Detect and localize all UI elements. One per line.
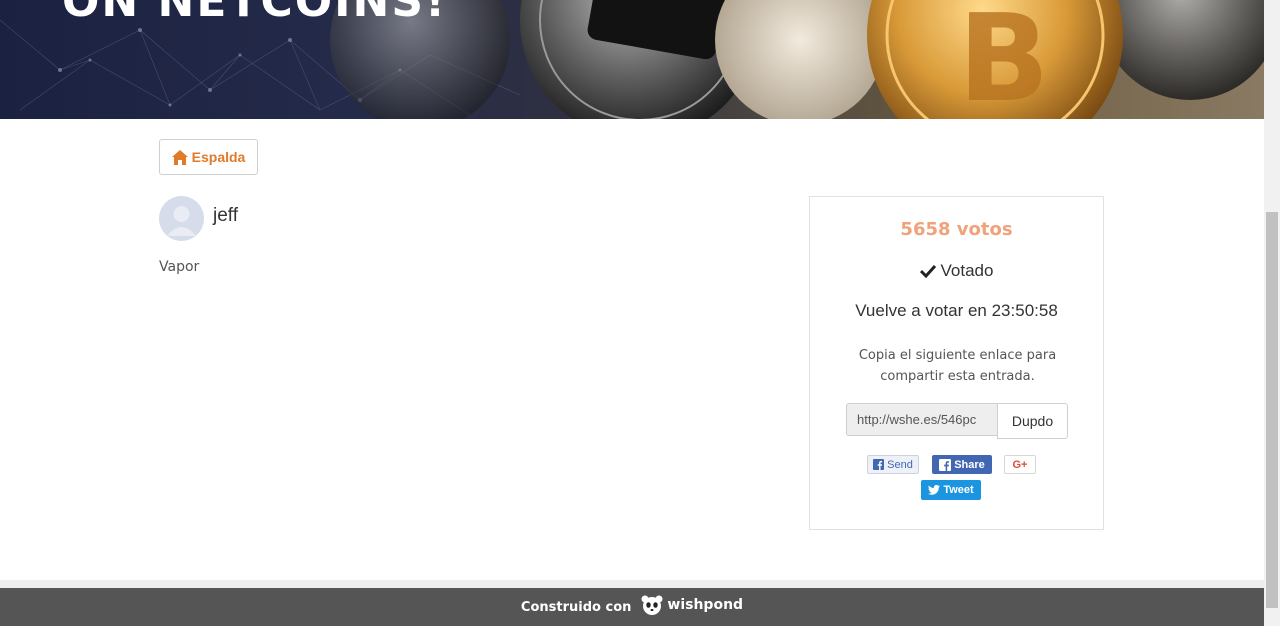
author-name: jeff — [213, 205, 239, 226]
share-link-input[interactable] — [846, 403, 998, 436]
wishpond-logo[interactable]: wishpond — [641, 595, 743, 615]
voted-status: Votado — [810, 261, 1103, 281]
scrollbar-thumb[interactable] — [1266, 212, 1278, 608]
svg-text:B: B — [958, 0, 1049, 119]
brand-name: wishpond — [667, 597, 744, 613]
share-hint: Copia el siguiente enlace para compartir… — [858, 348, 1057, 384]
vote-card: 5658 votos Votado Vuelve a votar en 23:5… — [809, 196, 1104, 530]
footer: Construido con wishpond — [0, 588, 1264, 626]
hero-title: ON NETCOINS! — [62, 0, 448, 27]
copy-button[interactable]: Dupdo — [997, 403, 1068, 439]
tweet-label: Tweet — [943, 484, 974, 496]
facebook-share-button[interactable]: Share — [932, 455, 992, 474]
check-icon — [919, 264, 936, 278]
twitter-bird-icon — [928, 485, 941, 495]
tweet-button[interactable]: Tweet — [921, 480, 981, 500]
avatar — [159, 196, 204, 241]
google-plus-button[interactable]: G+ — [1004, 455, 1036, 474]
home-icon — [171, 149, 188, 165]
voted-label: Votado — [940, 261, 994, 280]
footer-divider — [0, 580, 1264, 588]
back-button-label: Espalda — [191, 149, 246, 165]
facebook-send-button[interactable]: Send — [867, 455, 919, 474]
revote-timer: Vuelve a votar en 23:50:58 — [855, 301, 1058, 320]
back-button[interactable]: Espalda — [159, 139, 258, 175]
facebook-icon — [939, 458, 952, 471]
google-plus-icon: G+ — [1012, 458, 1028, 471]
hero-banner: B ON NETCOINS! — [0, 0, 1264, 119]
entry-text: Vapor — [159, 259, 200, 275]
facebook-icon — [873, 459, 885, 470]
vote-count: 5658 votos — [900, 219, 1013, 240]
share-label: Share — [954, 458, 985, 471]
built-with-label: Construido con — [520, 599, 632, 615]
user-icon — [167, 206, 196, 236]
send-label: Send — [887, 458, 913, 471]
panda-icon — [641, 595, 663, 615]
